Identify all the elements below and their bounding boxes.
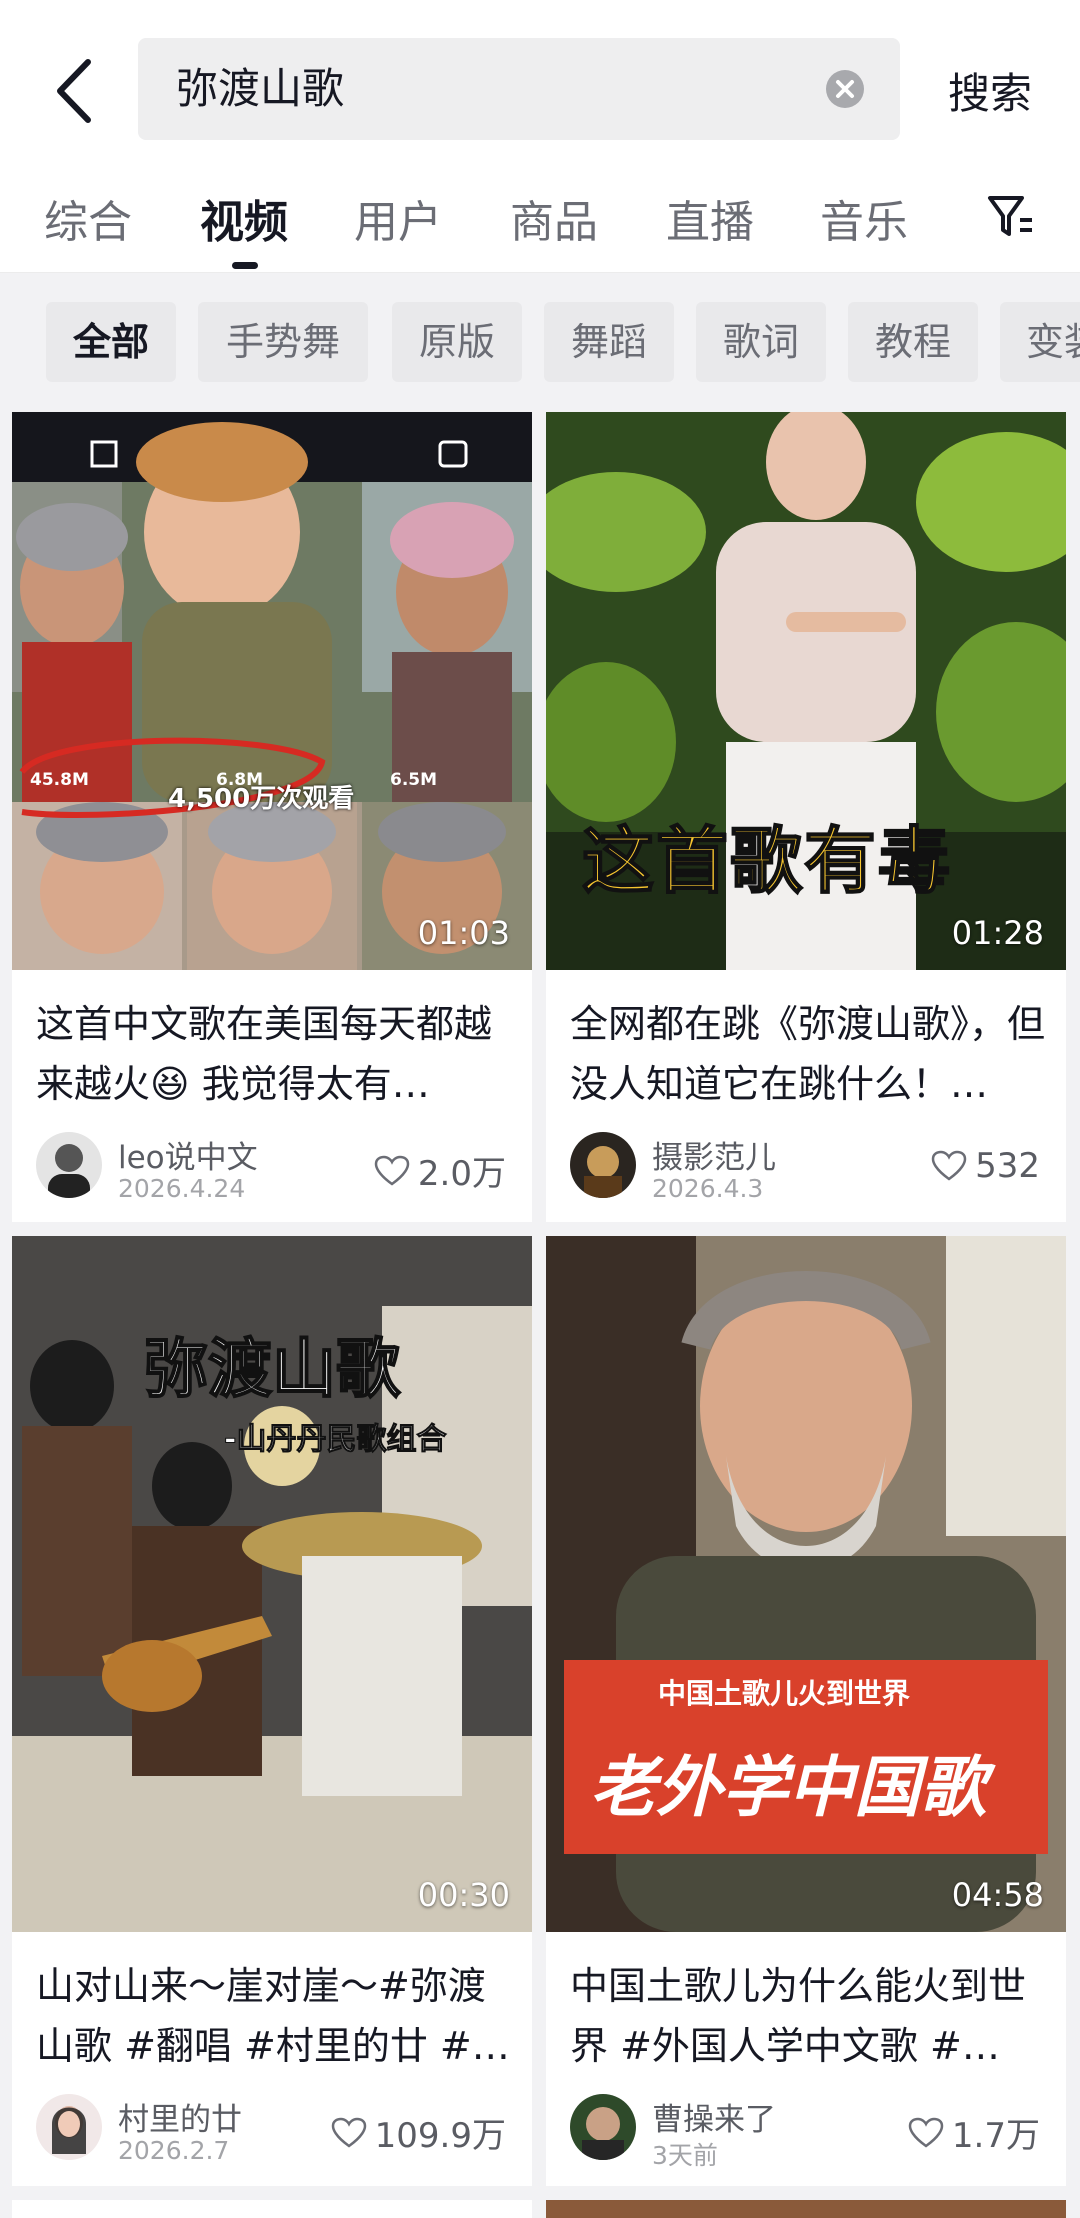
author-name[interactable]: 摄影范儿 [652,1132,776,1177]
filter-icon[interactable] [986,192,1036,242]
next-card-partial [546,2200,1066,2218]
tab-live[interactable]: 直播 [666,186,754,250]
search-input[interactable]: 弥渡山歌 [138,38,900,140]
thumbnail-caption: 弥渡山歌 [143,1332,401,1408]
video-card[interactable]: 45.8M 6.8M 6.5M 4,500万次观看 01:03 这首中文歌在美国… [12,412,532,1222]
likes-count[interactable]: 109.9万 [331,2108,506,2157]
chip-lyrics[interactable]: 歌词 [696,302,826,382]
video-thumbnail: 弥渡山歌 -山丹丹民歌组合 00:30 [12,1236,532,1932]
video-thumbnail: 这首歌有毒 01:28 [546,412,1066,970]
likes-count[interactable]: 2.0万 [374,1146,506,1195]
next-card-partial [12,2200,532,2218]
active-tab-indicator [232,262,258,269]
post-date: 2026.2.7 [118,2136,230,2165]
author-name[interactable]: 村里的廿 [118,2094,242,2139]
tab-users[interactable]: 用户 [354,186,442,250]
tab-all[interactable]: 综合 [44,186,132,250]
avatar[interactable] [36,2094,102,2160]
video-card[interactable]: 弥渡山歌 -山丹丹民歌组合 00:30 山对山来～崖对崖～#弥渡山歌 #翻唱 #… [12,1236,532,2186]
chip-original[interactable]: 原版 [392,302,522,382]
video-title: 全网都在跳《弥渡山歌》，但没人知道它在跳什么！… [570,1002,1046,1106]
author-name[interactable]: 曹操来了 [652,2094,776,2139]
search-query: 弥渡山歌 [176,64,345,113]
video-duration: 04:58 [951,1876,1044,1914]
avatar[interactable] [570,1132,636,1198]
video-duration: 01:28 [951,914,1044,952]
video-thumbnail: 中国土歌儿火到世界 老外学中国歌 04:58 [546,1236,1066,1932]
search-button[interactable]: 搜索 [948,60,1032,121]
tab-music[interactable]: 音乐 [820,186,908,250]
post-date: 3天前 [652,2141,718,2170]
heart-icon [931,1150,967,1181]
video-duration: 00:30 [417,1876,510,1914]
thumbnail-subcaption: -山丹丹民歌组合 [223,1422,447,1458]
video-title: 这首中文歌在美国每天都越来越火😆 我觉得太有… [36,1002,493,1106]
chip-dance[interactable]: 舞蹈 [544,302,674,382]
avatar[interactable] [570,2094,636,2160]
clear-icon[interactable] [826,70,864,108]
back-arrow-icon[interactable] [52,56,102,126]
video-thumbnail: 45.8M 6.8M 6.5M 4,500万次观看 01:03 [12,412,532,970]
result-tabs: 综合 视频 用户 商品 直播 音乐 [0,176,1080,273]
heart-icon [374,1155,410,1186]
likes-label: 532 [975,1146,1040,1186]
post-date: 2026.4.3 [652,1174,764,1203]
filter-chips: 全部 手势舞 原版 舞蹈 歌词 教程 变装 [0,272,1080,402]
likes-count[interactable]: 532 [931,1146,1040,1186]
stat-label: 45.8M [30,770,89,790]
likes-label: 2.0万 [417,1154,506,1194]
chip-tutorial[interactable]: 教程 [848,302,978,382]
chip-gesture-dance[interactable]: 手势舞 [198,302,368,382]
video-title: 中国土歌儿为什么能火到世界 #外国人学中文歌 #… [570,1964,1027,2068]
chip-all[interactable]: 全部 [46,302,176,382]
thumbnail-caption: 这首歌有毒 [581,818,953,904]
likes-label: 109.9万 [374,2116,506,2156]
video-duration: 01:03 [417,914,510,952]
thumbnail-caption: 老外学中国歌 [590,1749,986,1826]
tab-products[interactable]: 商品 [510,186,598,250]
heart-icon [908,2117,944,2148]
top-bar: 弥渡山歌 搜索 综合 视频 用户 商品 直播 音乐 [0,0,1080,273]
likes-label: 1.7万 [951,2116,1040,2156]
avatar[interactable] [36,1132,102,1198]
likes-count[interactable]: 1.7万 [908,2108,1040,2157]
tab-videos[interactable]: 视频 [200,186,288,250]
video-card[interactable]: 这首歌有毒 01:28 全网都在跳《弥渡山歌》，但没人知道它在跳什么！… 摄影范… [546,412,1066,1222]
chip-costume-change[interactable]: 变装 [1000,302,1080,382]
thumbnail-subcaption: 中国土歌儿火到世界 [658,1677,911,1710]
video-card[interactable]: 中国土歌儿火到世界 老外学中国歌 04:58 中国土歌儿为什么能火到世界 #外国… [546,1236,1066,2186]
video-title: 山对山来～崖对崖～#弥渡山歌 #翻唱 #村里的廿 #… [36,1964,510,2068]
views-caption: 4,500万次观看 [168,784,355,814]
heart-icon [331,2117,366,2148]
stat-label: 6.5M [390,770,438,790]
author-name[interactable]: leo说中文 [118,1132,258,1177]
post-date: 2026.4.24 [118,1174,246,1203]
